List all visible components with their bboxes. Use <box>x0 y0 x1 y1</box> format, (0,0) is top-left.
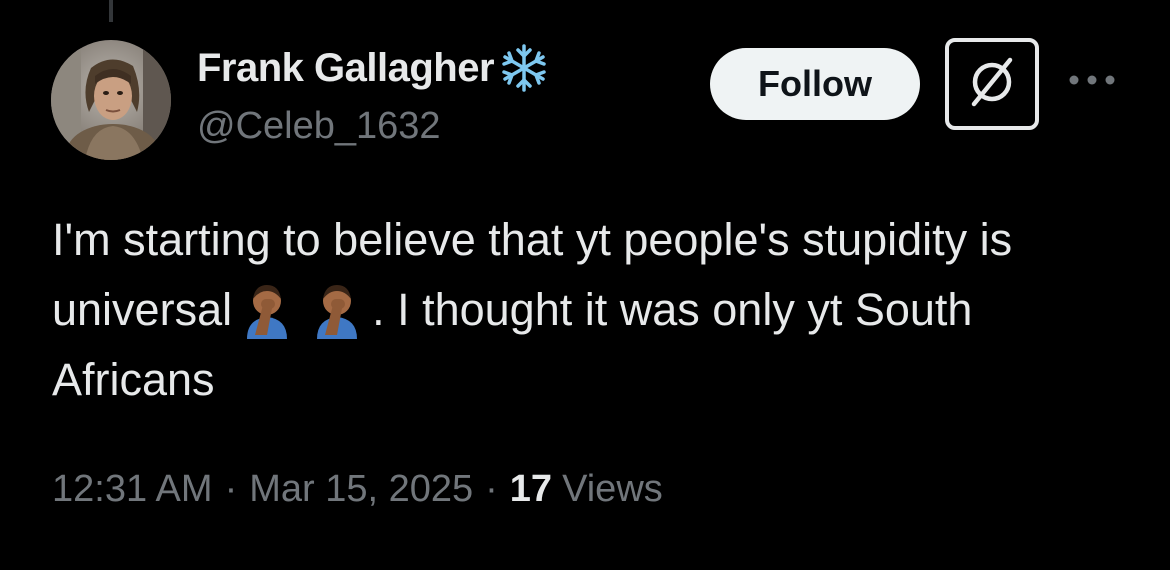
person-facepalming-emoji <box>307 279 367 339</box>
tweet-text: I'm starting to believe that yt people's… <box>52 205 1132 415</box>
views-label: Views <box>562 468 663 510</box>
snowflake-icon <box>498 42 550 94</box>
meta-separator: · <box>485 468 498 510</box>
person-facepalming-emoji <box>237 279 297 339</box>
tweet-meta: 12:31 AM · Mar 15, 2025 · 17 Views <box>52 468 663 511</box>
tweet-date[interactable]: Mar 15, 2025 <box>249 468 473 511</box>
meta-separator: · <box>224 468 238 510</box>
more-icon <box>1066 73 1118 91</box>
follow-button[interactable]: Follow <box>710 48 920 120</box>
author-display-name[interactable]: Frank Gallagher <box>197 46 495 91</box>
avatar[interactable] <box>51 40 171 160</box>
tweet-time[interactable]: 12:31 AM <box>52 468 213 511</box>
author-handle[interactable]: @Celeb_1632 <box>197 105 441 148</box>
grok-icon <box>962 52 1022 117</box>
thread-connector-line <box>109 0 113 22</box>
more-options-button[interactable] <box>1064 62 1120 102</box>
views-count: 17 <box>509 468 553 510</box>
author-name-row: Frank Gallagher <box>197 44 550 92</box>
grok-button[interactable] <box>945 38 1039 130</box>
